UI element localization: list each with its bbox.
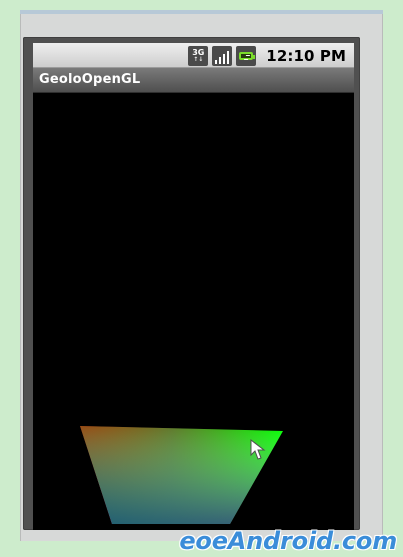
watermark-text: eoeAndroid.com — [179, 527, 397, 555]
signal-icon — [212, 45, 233, 66]
opengl-shape — [80, 426, 283, 524]
3g-icon: 3G ↑↓ — [188, 45, 209, 66]
network-sub-label: ↑↓ — [193, 55, 204, 63]
app-title-bar: GeoloOpenGL — [33, 68, 354, 93]
battery-charging-icon — [236, 45, 257, 66]
android-screen: 3G ↑↓ 12:10 PM GeoloOpenGL — [33, 43, 354, 530]
battery-body — [239, 51, 256, 60]
status-bar: 3G ↑↓ 12:10 PM — [33, 43, 354, 68]
status-time: 12:10 PM — [266, 46, 346, 65]
pointer-icon — [250, 439, 266, 460]
app-title: GeoloOpenGL — [39, 72, 141, 87]
status-icons: 3G ↑↓ 12:10 PM — [188, 45, 346, 66]
page-background: 3G ↑↓ 12:10 PM GeoloOpenGL eoeAndroid.co… — [0, 0, 403, 557]
battery-bolt — [244, 54, 251, 60]
opengl-surface[interactable] — [33, 93, 354, 530]
